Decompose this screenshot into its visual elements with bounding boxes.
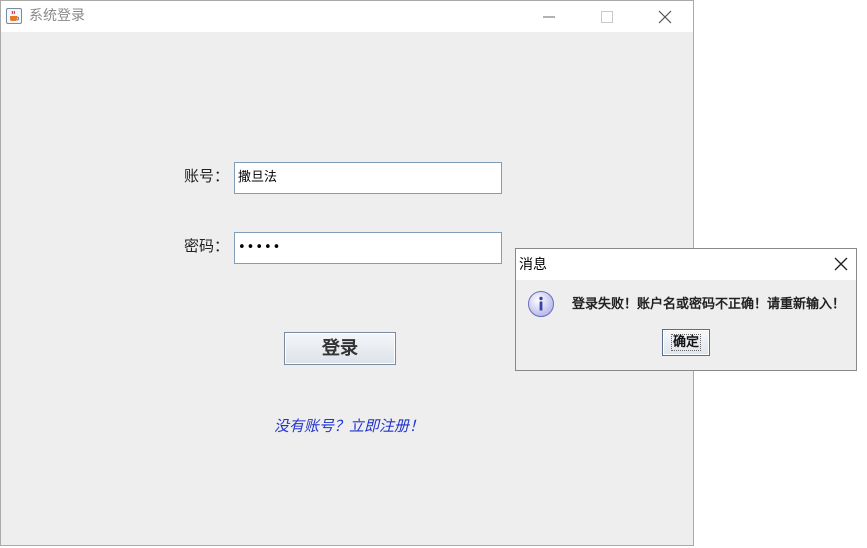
- account-label: 账号：: [184, 167, 230, 185]
- minimize-icon: [543, 16, 555, 18]
- info-icon: [528, 291, 554, 317]
- dialog-title-bar[interactable]: 消息: [516, 249, 856, 280]
- maximize-button[interactable]: [584, 1, 630, 32]
- java-coffee-icon: [6, 8, 22, 24]
- password-label: 密码：: [184, 237, 230, 255]
- dialog-close-button[interactable]: [824, 249, 856, 280]
- password-input[interactable]: •••••: [234, 232, 502, 264]
- title-bar[interactable]: 系统登录: [1, 1, 693, 32]
- minimize-button[interactable]: [526, 1, 572, 32]
- account-input[interactable]: 撒旦法: [234, 162, 502, 194]
- login-button[interactable]: 登录: [284, 332, 396, 365]
- close-icon: [834, 257, 848, 271]
- message-dialog: 消息 登录失败！账户名或密码不正确！请重新输入！ 确定: [515, 248, 857, 371]
- dialog-message: 登录失败！账户名或密码不正确！请重新输入！: [572, 297, 846, 312]
- window-title: 系统登录: [29, 8, 85, 24]
- maximize-icon: [601, 11, 613, 23]
- ok-button-label: 确定: [670, 334, 701, 351]
- close-icon: [658, 10, 672, 24]
- close-button[interactable]: [642, 1, 688, 32]
- dialog-title: 消息: [519, 257, 547, 273]
- register-link[interactable]: 没有账号？立即注册！: [274, 416, 424, 436]
- ok-button[interactable]: 确定: [662, 329, 710, 356]
